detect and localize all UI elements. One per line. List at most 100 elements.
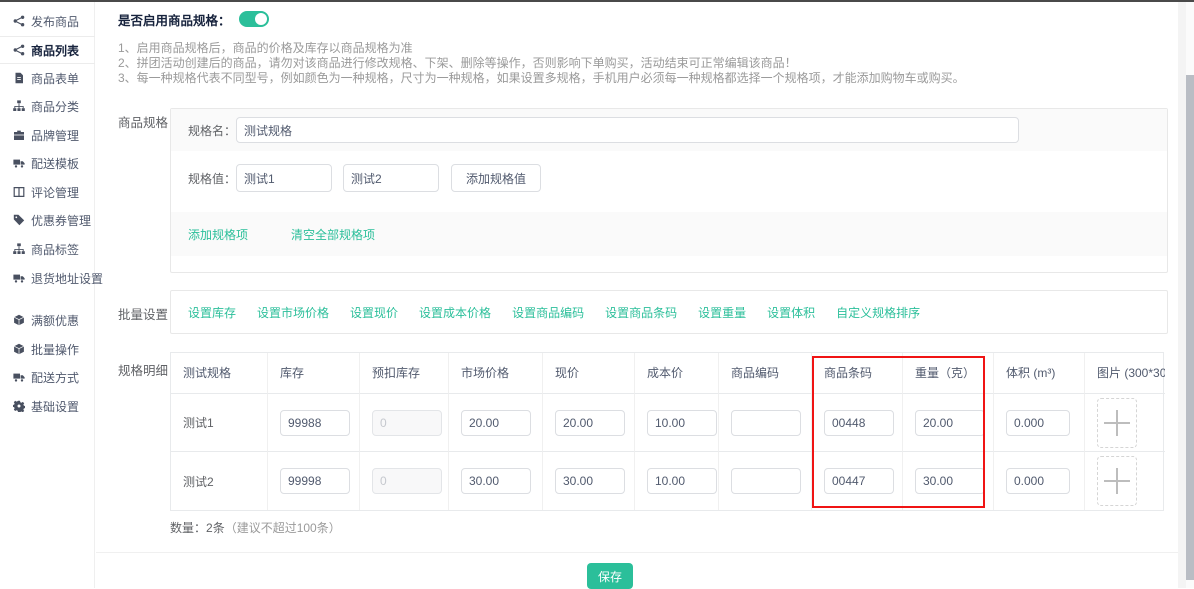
batch-links-panel: 设置库存 设置市场价格 设置现价 设置成本价格 设置商品编码 设置商品条码 设置重量 设置体积… (170, 290, 1168, 334)
batch-link-3[interactable]: 设置成本价格 (419, 304, 491, 321)
row2-barcode-cell (812, 452, 903, 510)
window-top-edge (0, 0, 1194, 2)
row2-market-price-input[interactable] (461, 468, 531, 494)
sidebar-item-0[interactable]: 发布商品 (0, 7, 95, 35)
row1-barcode-cell (812, 394, 903, 452)
sidebar-item-label: 评论管理 (31, 184, 79, 201)
row2-volume-input[interactable] (1006, 468, 1070, 494)
row1-image-cell (1085, 394, 1165, 452)
row2-reserved-input (372, 468, 442, 494)
sidebar-item-3[interactable]: 商品分类 (0, 92, 95, 120)
row2-reserved-cell (360, 452, 449, 510)
sidebar-item-label: 配送方式 (31, 369, 79, 386)
row1-market-price-input[interactable] (461, 410, 531, 436)
count-value: 2条 (206, 521, 225, 535)
share-icon (13, 15, 25, 27)
count-prefix: 数量： (170, 521, 206, 535)
col-header-weight: 重量（克） (903, 353, 994, 394)
sidebar-item-9[interactable]: 退货地址设置 (0, 264, 95, 292)
row1-volume-cell (994, 394, 1085, 452)
row1-price-cell (543, 394, 635, 452)
row-count-text: 数量：2条（建议不超过100条） (170, 519, 341, 536)
sidebar-item-label: 基础设置 (31, 398, 79, 415)
row1-image-upload-button[interactable] (1097, 398, 1137, 448)
scrollbar-thumb[interactable] (1186, 75, 1194, 580)
batch-section-title: 批量设置 (118, 304, 168, 323)
sidebar-item-1[interactable]: 商品列表 (0, 36, 95, 64)
detail-section-title: 规格明细 (118, 360, 168, 379)
col-header-product-code: 商品编码 (719, 353, 812, 394)
spec-enable-row: 是否启用商品规格： (118, 10, 269, 28)
sidebar-item-label: 退货地址设置 (31, 270, 103, 287)
footer-bar (96, 552, 1178, 588)
sidebar-item-6[interactable]: 评论管理 (0, 178, 95, 206)
sidebar-item-label: 批量操作 (31, 341, 79, 358)
row2-image-cell (1085, 452, 1165, 510)
toggle-knob-icon (255, 13, 267, 25)
row2-weight-input[interactable] (915, 468, 985, 494)
spec-section-title: 商品规格 (118, 112, 168, 131)
content-gutter (1178, 2, 1186, 588)
col-header-market-price: 市场价格 (449, 353, 543, 394)
sidebar-item-13[interactable]: 基础设置 (0, 392, 95, 420)
spec-value-input-2[interactable] (343, 164, 439, 192)
sidebar-item-4[interactable]: 品牌管理 (0, 121, 95, 149)
batch-link-0[interactable]: 设置库存 (188, 304, 236, 321)
row2-price-input[interactable] (555, 468, 625, 494)
plus-icon (1104, 468, 1130, 494)
sidebar-item-11[interactable]: 批量操作 (0, 335, 95, 363)
row1-market-price-cell (449, 394, 543, 452)
batch-link-4[interactable]: 设置商品编码 (512, 304, 584, 321)
add-spec-value-button[interactable]: 添加规格值 (451, 164, 541, 192)
row2-stock-input[interactable] (280, 468, 350, 494)
row1-price-input[interactable] (555, 410, 625, 436)
row1-cost-price-input[interactable] (647, 410, 717, 436)
note-line-2: 2、拼团活动创建后的商品，请勿对该商品进行修改规格、下架、删除等操作，否则影响下… (118, 56, 797, 71)
sidebar-item-2[interactable]: 商品表单 (0, 64, 95, 92)
batch-link-2[interactable]: 设置现价 (350, 304, 398, 321)
row1-product-code-input[interactable] (731, 410, 801, 436)
share-icon (13, 44, 25, 56)
sidebar-item-10[interactable]: 满额优惠 (0, 306, 95, 334)
row2-cost-price-input[interactable] (647, 468, 717, 494)
vertical-scrollbar[interactable] (1186, 2, 1194, 588)
sidebar-item-8[interactable]: 商品标签 (0, 235, 95, 263)
gear-icon (13, 400, 25, 412)
sidebar-item-label: 满额优惠 (31, 312, 79, 329)
col-header-price: 现价 (543, 353, 635, 394)
row2-product-code-input[interactable] (731, 468, 801, 494)
batch-link-6[interactable]: 设置重量 (698, 304, 746, 321)
batch-link-5[interactable]: 设置商品条码 (605, 304, 677, 321)
row2-image-upload-button[interactable] (1097, 456, 1137, 506)
truck-icon (13, 371, 25, 383)
spec-detail-table: 测试规格 库存 预扣库存 市场价格 现价 成本价 商品编码 商品条码 重量（克）… (170, 352, 1164, 511)
batch-link-1[interactable]: 设置市场价格 (257, 304, 329, 321)
row1-spec-name: 测试1 (171, 394, 268, 452)
plus-icon (1104, 410, 1130, 436)
add-spec-item-link[interactable]: 添加规格项 (188, 226, 248, 243)
row2-barcode-input[interactable] (824, 468, 894, 494)
truck-icon (13, 272, 25, 284)
row2-volume-cell (994, 452, 1085, 510)
clear-all-spec-link[interactable]: 清空全部规格项 (291, 226, 375, 243)
sidebar-item-5[interactable]: 配送模板 (0, 149, 95, 177)
row2-market-price-cell (449, 452, 543, 510)
spec-value-input-1[interactable] (236, 164, 332, 192)
batch-link-7[interactable]: 设置体积 (767, 304, 815, 321)
row1-volume-input[interactable] (1006, 410, 1070, 436)
sidebar-item-7[interactable]: 优惠券管理 (0, 206, 95, 234)
row2-cost-price-cell (635, 452, 719, 510)
sidebar-item-12[interactable]: 配送方式 (0, 363, 95, 391)
spec-panel: 规格名： 规格值： 添加规格值 添加规格项 清空全部规格项 (170, 108, 1168, 273)
spec-name-input[interactable] (236, 117, 1019, 143)
sidebar-item-label: 配送模板 (31, 155, 79, 172)
row1-stock-input[interactable] (280, 410, 350, 436)
spec-enable-toggle[interactable] (239, 11, 269, 27)
spec-value-label: 规格值： (188, 170, 236, 187)
row1-weight-input[interactable] (915, 410, 985, 436)
batch-link-8[interactable]: 自定义规格排序 (836, 304, 920, 321)
note-line-1: 1、启用商品规格后，商品的价格及库存以商品规格为准 (118, 41, 413, 56)
col-header-stock: 库存 (268, 353, 360, 394)
row1-barcode-input[interactable] (824, 410, 894, 436)
save-button[interactable]: 保存 (587, 563, 633, 589)
